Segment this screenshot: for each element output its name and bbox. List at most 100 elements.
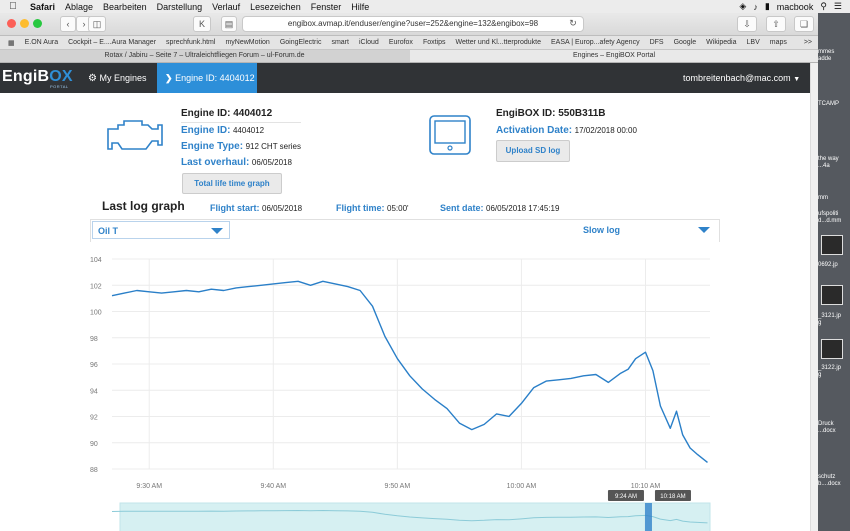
desktop-file[interactable]: TCAMP [818,101,850,108]
favorite-item[interactable]: myNewMotion [225,39,269,46]
x-tick-label: 9:40 AM [260,483,286,490]
menu-lesezeichen[interactable]: Lesezeichen [250,2,301,12]
x-tick-label: 9:50 AM [385,483,411,490]
tab-engines[interactable]: Engines – EngiBOX Portal [410,50,818,62]
favorites-grid-icon[interactable]: ▦ [8,39,15,47]
back-button[interactable]: ‹ [60,16,76,32]
reload-icon[interactable]: ↻ [568,16,578,30]
menu-darstellung[interactable]: Darstellung [157,2,203,12]
favorite-item[interactable]: GoingElectric [280,39,322,46]
favorite-item[interactable]: E.ON Aura [25,39,58,46]
address-bar[interactable]: engibox.avmap.it/enduser/engine?user=252… [242,16,584,32]
favorite-item[interactable]: smart [331,39,349,46]
volume-icon[interactable]: ♪ [753,2,758,12]
favorites-more[interactable]: >> [804,39,812,46]
minimize-window-button[interactable] [20,19,29,28]
y-tick-label: 96 [90,362,98,369]
user-email: tombreitenbach@mac.com [683,73,791,83]
favorite-item[interactable]: iCloud [359,39,379,46]
desktop-file[interactable]: the way ...4a [818,156,850,170]
tab-forum[interactable]: Rotax / Jabiru – Seite 7 – Ultraleichtfl… [0,50,409,62]
engibox-heading: EngiBOX ID: 550B311B [496,108,606,119]
menu-fenster[interactable]: Fenster [311,2,342,12]
favorite-item[interactable]: Foxtips [423,39,446,46]
nav-my-engines-label: My Engines [99,73,147,83]
caret-down-icon: ▼ [793,76,801,83]
menu-ablage[interactable]: Ablage [65,2,93,12]
desktop-files: mmes adde TCAMP the way ...4a mm ufspoliti… [818,13,850,531]
computer-name[interactable]: macbook [777,2,814,12]
x-tick-label: 10:10 AM [631,483,661,490]
image-thumbnail[interactable] [821,339,843,359]
total-lifetime-graph-button[interactable]: Total life time graph [182,173,282,194]
menu-bearbeiten[interactable]: Bearbeiten [103,2,147,12]
wifi-icon[interactable]: ◈ [739,1,746,12]
zoom-window-button[interactable] [33,19,42,28]
download-icon[interactable]: ⇩ [737,16,757,32]
range-label: 10:18 AM [660,494,685,500]
favorite-item[interactable]: Wikipedia [706,39,736,46]
apple-icon[interactable]:  [6,1,20,12]
engine-type-label: Engine Type: [181,141,244,152]
battery-icon[interactable]: ▮ [765,1,770,12]
nav-engine-tab[interactable]: ❯ Engine ID: 4404012 [157,63,257,93]
chevron-down-icon [211,228,223,234]
favorite-item[interactable]: Wetter und Kl...tterprodukte [456,39,541,46]
tablet-icon [429,115,471,155]
favorite-item[interactable]: Eurofox [389,39,413,46]
user-menu[interactable]: tombreitenbach@mac.com ▼ [683,63,800,93]
reader-icon[interactable]: ▤ [221,16,237,32]
share-icon[interactable]: ⇧ [766,16,786,32]
close-window-button[interactable] [7,19,16,28]
favorite-item[interactable]: DFS [650,39,664,46]
desktop-file[interactable]: Druck ...docx [818,421,850,435]
flight-start-label: Flight start: [210,203,260,213]
y-tick-label: 98 [90,336,98,343]
mac-menubar:  Safari Ablage Bearbeiten Darstellung V… [0,0,850,13]
sidebar-icon[interactable]: ◫ [88,16,106,32]
engine-id-label: Engine ID: [181,125,231,136]
tab-bar: Rotax / Jabiru – Seite 7 – Ultraleichtfl… [0,50,818,63]
log-type-select-value: Slow log [583,225,620,235]
chevron-right-icon: ❯ [165,73,173,83]
gears-icon: ⚙ [88,73,97,84]
desktop-file[interactable]: ufspoliti d...d.mm [818,211,850,225]
extension-k-icon[interactable]: K [193,16,211,32]
range-label: 9:24 AM [615,494,637,500]
flight-time-label: Flight time: [336,203,385,213]
favorite-item[interactable]: sprechfunk.html [166,39,215,46]
browser-toolbar: ‹ › ◫ K ▤ engibox.avmap.it/enduser/engin… [0,13,818,36]
chevron-down-icon [698,227,710,233]
desktop-file[interactable]: _3121.jp g [818,313,850,327]
favorite-item[interactable]: Cockpit – E....Aura Manager [68,39,156,46]
oil-temperature-chart: 88 90 92 94 96 98 100 102 104 9:30 AM 9:40 AM 9:50 … [90,257,711,531]
menu-app[interactable]: Safari [30,2,55,12]
logo-text: EngiB [2,68,50,85]
tabs-overview-icon[interactable]: ❏ [794,16,814,32]
upload-sd-log-button[interactable]: Upload SD log [496,140,570,162]
parameter-select[interactable]: Oil T [92,221,230,239]
favorite-item[interactable]: maps [770,39,787,46]
desktop-file[interactable]: schutz b....docx [818,474,850,488]
nav-my-engines[interactable]: ⚙ My Engines [88,63,147,93]
range-handle [644,503,652,531]
desktop-file[interactable]: _3122.jp g [818,365,850,379]
favorite-item[interactable]: EASA | Europ...afety Agency [551,39,640,46]
image-thumbnail[interactable] [821,285,843,305]
menu-verlauf[interactable]: Verlauf [212,2,240,12]
log-type-select[interactable]: Slow log [578,221,716,239]
search-icon[interactable]: ⚲ [820,1,827,12]
last-overhaul-label: Last overhaul: [181,157,250,168]
favorite-item[interactable]: LBV [747,39,760,46]
desktop-file[interactable]: 0692.jp [818,262,850,269]
desktop-file[interactable]: mm [818,195,850,202]
image-thumbnail[interactable] [821,235,843,255]
y-tick-label: 92 [90,415,98,422]
menu-list-icon[interactable]: ☰ [834,1,842,12]
menu-hilfe[interactable]: Hilfe [351,2,369,12]
y-tick-label: 100 [90,310,102,317]
y-tick-label: 90 [90,441,98,448]
y-tick-label: 104 [90,257,102,264]
desktop-file[interactable]: mmes adde [818,49,850,63]
favorite-item[interactable]: Google [674,39,697,46]
